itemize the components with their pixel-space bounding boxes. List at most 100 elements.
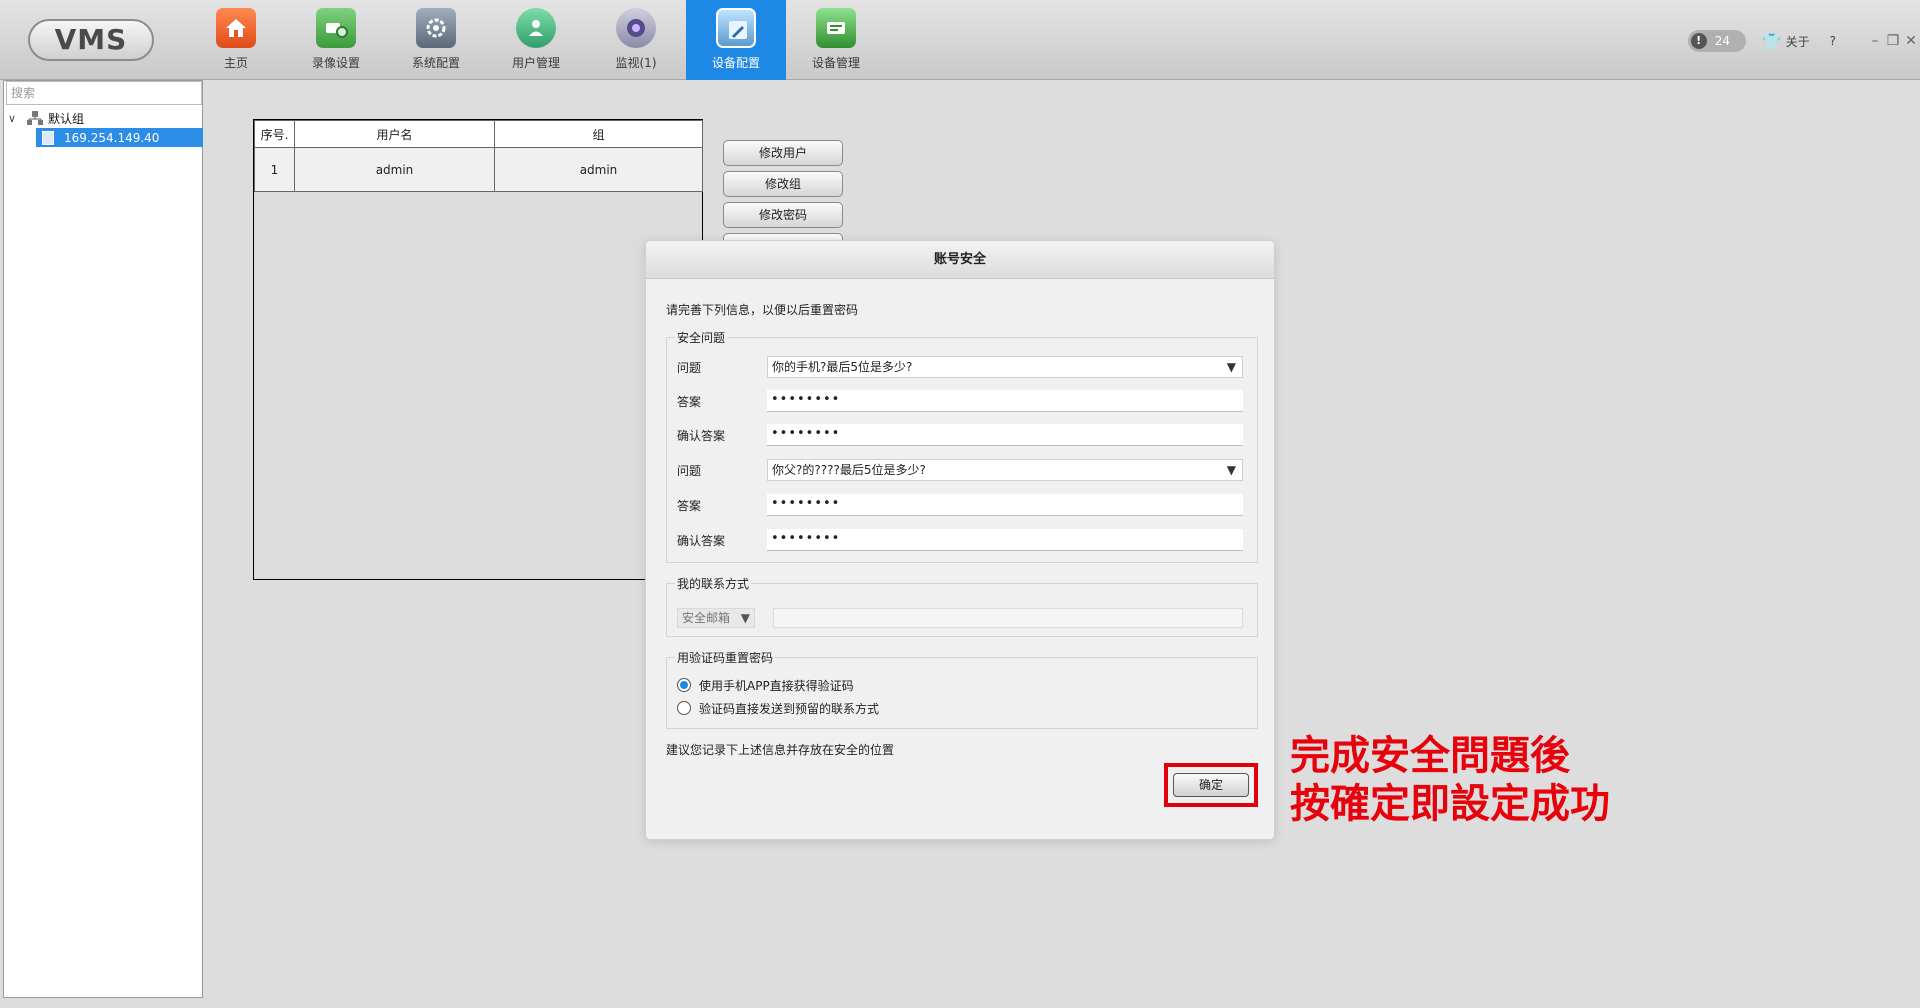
question-2-select[interactable]: 你父?的????最后5位是多少? ▼ bbox=[767, 459, 1243, 481]
tree-group-default[interactable]: ∨ 默认组 bbox=[8, 109, 84, 127]
reset-method-legend: 用验证码重置密码 bbox=[675, 649, 776, 666]
record-settings-icon bbox=[316, 8, 356, 48]
answer-2-input[interactable]: •••••••• bbox=[767, 494, 1243, 516]
device-icon bbox=[42, 130, 54, 145]
tree-group-label: 默认组 bbox=[48, 111, 85, 126]
dialog-intro: 请完善下列信息，以便以后重置密码 bbox=[666, 303, 859, 317]
nav-monitor[interactable]: 监视(1) bbox=[586, 0, 686, 80]
dialog-title: 账号安全 bbox=[646, 241, 1274, 279]
chevron-down-icon[interactable]: ∨ bbox=[8, 112, 22, 125]
nav-home-label: 主页 bbox=[223, 56, 248, 70]
alert-badge[interactable]: ! 24 bbox=[1687, 30, 1746, 52]
contact-type-value: 安全邮箱 bbox=[682, 611, 731, 625]
confirm-row-2: 确认答案 •••••••• bbox=[677, 529, 1253, 551]
security-questions-legend: 安全问题 bbox=[675, 329, 728, 346]
confirm-1-label: 确认答案 bbox=[677, 428, 726, 443]
confirm-row-1: 确认答案 •••••••• bbox=[677, 424, 1253, 446]
reset-option-contact[interactable]: 验证码直接发送到预留的联系方式 bbox=[677, 699, 879, 717]
radio-selected-icon[interactable] bbox=[677, 678, 691, 692]
nav-user-management[interactable]: 用户管理 bbox=[486, 0, 586, 80]
reset-option-app[interactable]: 使用手机APP直接获得验证码 bbox=[677, 676, 854, 694]
confirm-answer-1-input[interactable]: •••••••• bbox=[767, 424, 1243, 446]
skin-shirt-icon[interactable]: 👕 bbox=[1762, 32, 1782, 51]
tree-device-label: 169.254.149.40 bbox=[64, 130, 160, 145]
dropdown-arrow-icon: ▼ bbox=[1226, 463, 1236, 477]
nav-record-settings[interactable]: 录像设置 bbox=[286, 0, 386, 80]
restore-button[interactable]: ❐ bbox=[1884, 33, 1902, 49]
question-1-label: 问题 bbox=[677, 360, 702, 375]
question-row-1: 问题 你的手机?最后5位是多少? ▼ bbox=[677, 356, 1253, 378]
nav-device-management-label: 设备管理 bbox=[811, 56, 860, 70]
confirm-answer-2-input[interactable]: •••••••• bbox=[767, 529, 1243, 551]
annotation-line-2: 按確定即設定成功 bbox=[1290, 781, 1610, 827]
cell-username: admin bbox=[294, 147, 495, 192]
nav-device-config[interactable]: 设备配置 bbox=[686, 0, 786, 80]
answer-2-label: 答案 bbox=[677, 498, 702, 513]
nav-system-config-label: 系统配置 bbox=[411, 56, 460, 70]
monitor-icon bbox=[616, 8, 656, 48]
cell-index: 1 bbox=[254, 147, 295, 192]
dropdown-arrow-icon: ▼ bbox=[1226, 360, 1236, 374]
tree-device-item[interactable]: 169.254.149.40 bbox=[36, 128, 203, 147]
edit-group-button[interactable]: 修改组 bbox=[723, 171, 843, 197]
answer-1-label: 答案 bbox=[677, 394, 702, 409]
confirm-2-label: 确认答案 bbox=[677, 533, 726, 548]
minimize-button[interactable]: – bbox=[1866, 33, 1884, 49]
reset-method-group: 用验证码重置密码 使用手机APP直接获得验证码 验证码直接发送到预留的联系方式 bbox=[666, 649, 1258, 729]
edit-password-button[interactable]: 修改密码 bbox=[723, 202, 843, 228]
help-button[interactable]: ? bbox=[1830, 34, 1836, 48]
column-header-index[interactable]: 序号. bbox=[254, 120, 295, 148]
contact-input[interactable] bbox=[773, 608, 1243, 628]
instruction-annotation: 完成安全問題後 按確定即設定成功 bbox=[1290, 732, 1610, 828]
home-icon bbox=[216, 8, 256, 48]
radio-unselected-icon[interactable] bbox=[677, 701, 691, 715]
top-bar: VMS 主页 录像设置 系统配置 用户管理 监视(1) 设备配置 设备管理 ! … bbox=[0, 0, 1920, 80]
contact-legend: 我的联系方式 bbox=[675, 575, 752, 592]
answer-row-2: 答案 •••••••• bbox=[677, 494, 1253, 516]
answer-row-1: 答案 •••••••• bbox=[677, 390, 1253, 412]
system-config-icon bbox=[416, 8, 456, 48]
security-questions-group: 安全问题 问题 你的手机?最后5位是多少? ▼ 答案 •••••••• 确认答案… bbox=[666, 329, 1258, 563]
search-input[interactable]: 搜索 bbox=[6, 81, 202, 105]
nav-device-config-label: 设备配置 bbox=[711, 56, 760, 70]
alert-icon: ! bbox=[1690, 33, 1707, 49]
main-nav: 主页 录像设置 系统配置 用户管理 监视(1) 设备配置 设备管理 bbox=[186, 0, 886, 80]
user-management-icon bbox=[516, 8, 556, 48]
account-security-dialog: 账号安全 请完善下列信息，以便以后重置密码 安全问题 问题 你的手机?最后5位是… bbox=[645, 240, 1275, 840]
nav-home[interactable]: 主页 bbox=[186, 0, 286, 80]
contact-type-select[interactable]: 安全邮箱 ▼ bbox=[677, 608, 755, 628]
nav-system-config[interactable]: 系统配置 bbox=[386, 0, 486, 80]
column-header-username[interactable]: 用户名 bbox=[294, 120, 495, 148]
ok-button-highlight: 确定 bbox=[1164, 763, 1258, 807]
group-icon bbox=[26, 110, 44, 126]
answer-1-input[interactable]: •••••••• bbox=[767, 390, 1243, 412]
user-table: 序号. 用户名 组 1 admin admin bbox=[253, 119, 703, 580]
device-tree-panel: 搜索 ∨ 默认组 169.254.149.40 bbox=[3, 80, 203, 998]
device-config-icon bbox=[716, 8, 756, 48]
dialog-note: 建议您记录下上述信息并存放在安全的位置 bbox=[666, 743, 895, 757]
edit-user-button[interactable]: 修改用户 bbox=[723, 140, 843, 166]
close-button[interactable]: ✕ bbox=[1902, 33, 1920, 49]
nav-monitor-label: 监视(1) bbox=[615, 56, 657, 70]
dropdown-arrow-icon: ▼ bbox=[740, 611, 750, 625]
nav-device-management[interactable]: 设备管理 bbox=[786, 0, 886, 80]
device-management-icon bbox=[816, 8, 856, 48]
about-link[interactable]: 关于 bbox=[1786, 33, 1810, 50]
cell-group: admin bbox=[494, 147, 703, 192]
nav-user-management-label: 用户管理 bbox=[511, 56, 560, 70]
ok-button[interactable]: 确定 bbox=[1173, 773, 1249, 797]
question-row-2: 问题 你父?的????最后5位是多少? ▼ bbox=[677, 459, 1253, 481]
nav-record-settings-label: 录像设置 bbox=[311, 56, 360, 70]
reset-option-contact-label: 验证码直接发送到预留的联系方式 bbox=[699, 701, 880, 716]
top-right-controls: ! 24 👕 关于 ? – ❐ ✕ bbox=[1687, 28, 1920, 54]
alert-count: 24 bbox=[1714, 34, 1730, 48]
column-header-group[interactable]: 组 bbox=[494, 120, 703, 148]
reset-option-app-label: 使用手机APP直接获得验证码 bbox=[699, 678, 854, 693]
table-row[interactable]: 1 admin admin bbox=[254, 147, 703, 192]
question-2-label: 问题 bbox=[677, 463, 702, 478]
contact-group: 我的联系方式 安全邮箱 ▼ bbox=[666, 575, 1258, 637]
question-1-select[interactable]: 你的手机?最后5位是多少? ▼ bbox=[767, 356, 1243, 378]
question-1-value: 你的手机?最后5位是多少? bbox=[772, 360, 913, 374]
question-2-value: 你父?的????最后5位是多少? bbox=[772, 463, 926, 477]
annotation-line-1: 完成安全問題後 bbox=[1290, 733, 1570, 779]
